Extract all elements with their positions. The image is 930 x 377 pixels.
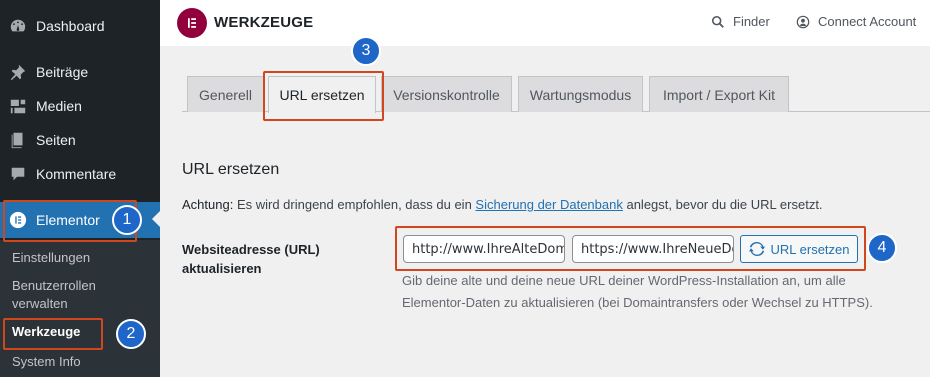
section-heading: URL ersetzen [182, 161, 280, 178]
notice-text-post: anlegst, bevor du die URL ersetzt. [622, 197, 823, 212]
sidebar-item-dashboard[interactable]: Dashboard [0, 9, 160, 43]
search-icon [711, 15, 724, 28]
sidebar-item-label: Kommentare [36, 166, 117, 182]
sidebar-item-label: Dashboard [36, 18, 105, 34]
top-bar: WERKZEUGE Finder Connect Account [160, 0, 930, 46]
elementor-logo [177, 8, 207, 38]
comment-icon [8, 164, 28, 184]
warning-notice: Achtung: Es wird dringend empfohlen, das… [182, 197, 823, 212]
sidebar-item-beitraege[interactable]: Beiträge [0, 55, 160, 89]
annotation-badge-1: 1 [112, 205, 142, 235]
connect-label: Connect Account [818, 14, 917, 29]
annotation-badge-4: 4 [867, 233, 897, 263]
tab-versionskontrolle[interactable]: Versionskontrolle [381, 76, 512, 112]
finder-button[interactable]: Finder [711, 14, 770, 29]
field-description: Gib deine alte und deine neue URL deiner… [402, 273, 873, 310]
sidebar-item-kommentare[interactable]: Kommentare [0, 157, 160, 191]
field-label: Websiteadresse (URL) aktualisieren [182, 242, 320, 276]
elementor-submenu: Einstellungen Benutzerrollen verwalten W… [0, 240, 160, 377]
sidebar-item-label: Seiten [36, 132, 76, 148]
annotation-badge-3: 3 [351, 36, 381, 66]
highlight-url-fields [395, 226, 866, 271]
pin-icon [8, 62, 28, 82]
active-arrow [152, 211, 160, 227]
sidebar-item-label: Medien [36, 98, 82, 114]
dashboard-icon [8, 16, 28, 36]
backup-link[interactable]: Sicherung der Datenbank [475, 197, 622, 212]
submenu-einstellungen[interactable]: Einstellungen [12, 249, 90, 267]
tab-wartungsmodus[interactable]: Wartungsmodus [518, 76, 643, 112]
sidebar-item-medien[interactable]: Medien [0, 89, 160, 123]
tab-import-export[interactable]: Import / Export Kit [649, 76, 789, 112]
submenu-benutzerrollen[interactable]: Benutzerrollen verwalten [12, 277, 132, 313]
finder-label: Finder [733, 14, 770, 29]
tab-generell[interactable]: Generell [187, 76, 264, 112]
notice-text-pre: Es wird dringend empfohlen, dass du ein [233, 197, 476, 212]
media-icon [8, 96, 28, 116]
highlight-tab [263, 71, 384, 121]
annotation-badge-2: 2 [116, 319, 146, 349]
notice-label: Achtung: [182, 197, 234, 212]
user-icon [796, 15, 810, 28]
highlight-werkzeuge [3, 318, 103, 350]
submenu-system-info[interactable]: System Info [12, 353, 81, 371]
pages-icon [8, 130, 28, 150]
sidebar-item-seiten[interactable]: Seiten [0, 123, 160, 157]
sidebar-item-label: Beiträge [36, 64, 89, 80]
connect-account-button[interactable]: Connect Account [796, 14, 916, 29]
page-title: WERKZEUGE [214, 14, 314, 31]
